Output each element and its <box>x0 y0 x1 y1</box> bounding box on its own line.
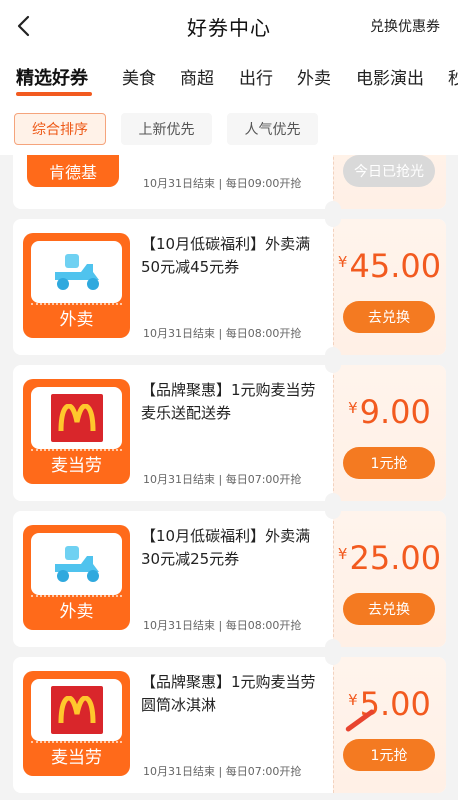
thumbnail-image <box>31 679 122 741</box>
coupon-meta: 10月31日结束 | 每日09:00开抢 <box>143 177 302 190</box>
coupon-price-panel <box>333 365 446 501</box>
tab-featured[interactable]: 精选好券 <box>16 64 88 90</box>
thumbnail-image <box>31 533 122 595</box>
coupon-price: ¥25.00 <box>333 539 446 577</box>
redeem-button[interactable]: 去兑换 <box>343 593 435 625</box>
price-value: 25.00 <box>349 539 442 577</box>
coupon-price-panel <box>333 511 446 647</box>
brand-label: 肯德基 <box>27 155 119 187</box>
coupon-thumbnail: 外卖 <box>23 525 130 630</box>
nav-bar: 好券中心 兑换优惠券 <box>0 0 458 52</box>
price-value: 45.00 <box>349 247 442 285</box>
grab-button[interactable]: 1元抢 <box>343 739 435 771</box>
coupon-meta: 10月31日结束 | 每日08:00开抢 <box>143 619 302 632</box>
coupon-thumbnail: 麦当劳 <box>23 379 130 484</box>
tab-supermarket[interactable]: 商超 <box>180 64 214 89</box>
tab-travel[interactable]: 出行 <box>239 64 273 89</box>
thumbnail-image <box>31 241 122 303</box>
coupon-title: 【品牌聚惠】1元购麦当劳麦乐送配送券 <box>141 381 316 422</box>
sort-options: 综合排序 上新优先 人气优先 <box>0 113 458 149</box>
currency-symbol: ¥ <box>348 399 358 417</box>
coupon-meta: 10月31日结束 | 每日08:00开抢 <box>143 327 302 340</box>
mcdonalds-logo-icon <box>50 394 103 442</box>
currency-symbol: ¥ <box>337 545 348 563</box>
redeem-coupon-link[interactable]: 兑换优惠券 <box>370 16 440 36</box>
tab-delivery[interactable]: 外卖 <box>297 64 331 89</box>
redeem-button[interactable]: 去兑换 <box>343 301 435 333</box>
currency-symbol: ¥ <box>348 691 358 709</box>
tab-movies-shows[interactable]: 电影演出 <box>356 64 424 89</box>
coupon-meta: 10月31日结束 | 每日07:00开抢 <box>143 473 302 486</box>
coupon-meta: 10月31日结束 | 每日07:00开抢 <box>143 765 302 778</box>
currency-symbol: ¥ <box>337 253 348 271</box>
scooter-icon <box>54 546 99 582</box>
brand-label: 外卖 <box>59 602 94 622</box>
coupon-price-panel <box>333 219 446 355</box>
scooter-icon <box>54 254 99 290</box>
coupon-thumbnail: 麦当劳 <box>23 671 130 776</box>
coupon-title: 【10月低碳福利】外卖满30元减25元券 <box>141 527 311 568</box>
active-tab-indicator <box>16 92 92 96</box>
thumbnail-image <box>31 387 122 449</box>
coupon-price: ¥5.00 <box>333 685 446 723</box>
grab-button[interactable]: 1元抢 <box>343 447 435 479</box>
coupon-price: ¥45.00 <box>333 247 446 285</box>
price-value: 5.00 <box>359 685 431 723</box>
coupon-card-mcdonalds-5[interactable]: 麦当劳 【品牌聚惠】1元购麦当劳圆筒冰淇淋 10月31日结束 | 每日07:00… <box>13 657 446 793</box>
category-tabs: 精选好券 美食 商超 出行 外卖 电影演出 秒 <box>0 56 458 96</box>
top-panel: 好券中心 兑换优惠券 精选好券 美食 商超 出行 外卖 电影演出 秒 综合排序 … <box>0 0 458 155</box>
mcdonalds-logo-icon <box>50 686 103 734</box>
brand-label: 麦当劳 <box>51 748 102 768</box>
coupon-card-mcdonalds-9[interactable]: 麦当劳 【品牌聚惠】1元购麦当劳麦乐送配送券 10月31日结束 | 每日07:0… <box>13 365 446 501</box>
coupon-price: ¥9.00 <box>333 393 446 431</box>
brand-label: 麦当劳 <box>51 456 102 476</box>
sort-comprehensive[interactable]: 综合排序 <box>14 113 106 145</box>
coupon-list: 肯德基 10月31日结束 | 每日09:00开抢 今日已抢光 外卖 【10月低碳… <box>0 155 458 800</box>
tab-food[interactable]: 美食 <box>122 64 156 89</box>
coupon-title: 【品牌聚惠】1元购麦当劳圆筒冰淇淋 <box>141 673 316 714</box>
coupon-thumbnail: 外卖 <box>23 233 130 338</box>
tab-flash-sale[interactable]: 秒 <box>448 64 458 89</box>
coupon-card-delivery-45[interactable]: 外卖 【10月低碳福利】外卖满50元减45元券 10月31日结束 | 每日08:… <box>13 219 446 355</box>
coupon-card-delivery-25[interactable]: 外卖 【10月低碳福利】外卖满30元减25元券 10月31日结束 | 每日08:… <box>13 511 446 647</box>
sort-newest[interactable]: 上新优先 <box>121 113 212 145</box>
price-value: 9.00 <box>359 393 431 431</box>
coupon-title: 【10月低碳福利】外卖满50元减45元券 <box>141 235 311 276</box>
brand-label: 外卖 <box>59 310 94 330</box>
sort-popular[interactable]: 人气优先 <box>227 113 318 145</box>
coupon-card-kfc[interactable]: 肯德基 10月31日结束 | 每日09:00开抢 今日已抢光 <box>13 155 446 209</box>
sold-out-button: 今日已抢光 <box>343 155 435 187</box>
